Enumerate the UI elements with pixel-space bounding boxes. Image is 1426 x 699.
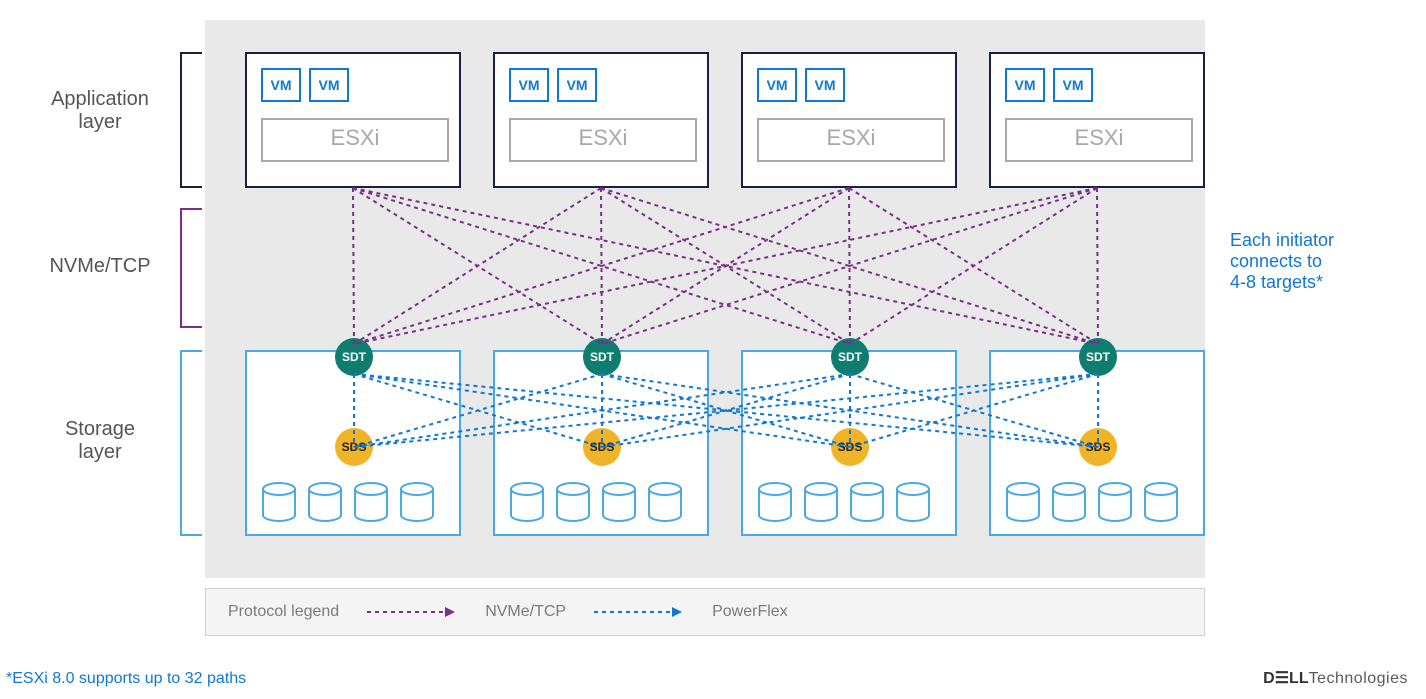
disk-icon bbox=[1005, 482, 1041, 522]
legend-item-nvme: NVMe/TCP bbox=[485, 603, 566, 621]
sds-node: SDS bbox=[1079, 428, 1117, 466]
disk-icon bbox=[1097, 482, 1133, 522]
bracket-application bbox=[180, 52, 202, 188]
disk-icon bbox=[307, 482, 343, 522]
bracket-storage bbox=[180, 350, 202, 536]
legend-item-powerflex: PowerFlex bbox=[712, 603, 788, 621]
sds-node: SDS bbox=[335, 428, 373, 466]
disk-icon bbox=[647, 482, 683, 522]
sdt-node: SDT bbox=[1079, 338, 1117, 376]
disk-icon bbox=[353, 482, 389, 522]
disk-icon bbox=[849, 482, 885, 522]
footnote: *ESXi 8.0 supports up to 32 paths bbox=[6, 670, 246, 688]
disk-icon bbox=[509, 482, 545, 522]
sds-node: SDS bbox=[831, 428, 869, 466]
disk-icon bbox=[803, 482, 839, 522]
label-storage-layer: Storage layer bbox=[25, 418, 175, 464]
dell-logo: D☰LLTechnologies bbox=[1263, 668, 1408, 688]
sds-node: SDS bbox=[583, 428, 621, 466]
host-box: VM VM ESXi bbox=[245, 52, 461, 188]
esxi-label: ESXi bbox=[757, 118, 945, 162]
disk-icon bbox=[399, 482, 435, 522]
vm-box: VM bbox=[309, 68, 349, 102]
legend-line-nvme bbox=[367, 605, 457, 619]
disk-icon bbox=[601, 482, 637, 522]
esxi-label: ESXi bbox=[509, 118, 697, 162]
disk-icon bbox=[757, 482, 793, 522]
disk-icon bbox=[1143, 482, 1179, 522]
esxi-label: ESXi bbox=[1005, 118, 1193, 162]
label-application-layer: Application layer bbox=[25, 88, 175, 134]
legend-line-powerflex bbox=[594, 605, 684, 619]
vm-box: VM bbox=[509, 68, 549, 102]
protocol-legend: Protocol legend NVMe/TCP PowerFlex bbox=[205, 588, 1205, 636]
label-nvme-layer: NVMe/TCP bbox=[25, 255, 175, 278]
bracket-nvme bbox=[180, 208, 202, 328]
vm-box: VM bbox=[1005, 68, 1045, 102]
disk-icon bbox=[555, 482, 591, 522]
host-box: VM VM ESXi bbox=[989, 52, 1205, 188]
vm-box: VM bbox=[261, 68, 301, 102]
vm-box: VM bbox=[805, 68, 845, 102]
host-box: VM VM ESXi bbox=[493, 52, 709, 188]
initiator-note: Each initiator connects to 4-8 targets* bbox=[1230, 230, 1334, 293]
legend-title: Protocol legend bbox=[228, 603, 339, 621]
sdt-node: SDT bbox=[335, 338, 373, 376]
vm-box: VM bbox=[557, 68, 597, 102]
disk-icon bbox=[895, 482, 931, 522]
sdt-node: SDT bbox=[583, 338, 621, 376]
esxi-label: ESXi bbox=[261, 118, 449, 162]
sdt-node: SDT bbox=[831, 338, 869, 376]
vm-box: VM bbox=[757, 68, 797, 102]
disk-icon bbox=[1051, 482, 1087, 522]
vm-box: VM bbox=[1053, 68, 1093, 102]
host-box: VM VM ESXi bbox=[741, 52, 957, 188]
disk-icon bbox=[261, 482, 297, 522]
